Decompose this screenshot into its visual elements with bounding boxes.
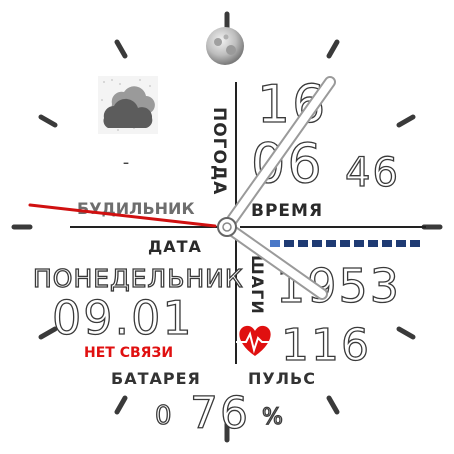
moon-icon xyxy=(206,27,244,65)
steps-progress-bar xyxy=(270,240,420,247)
watch-face: - ПОГОДА 16 06 46 ВРЕМЯ БУДИЛЬНИК ДАТА П… xyxy=(0,0,454,454)
time-seconds: 46 xyxy=(345,150,400,196)
battery-label: БАТАРЕЯ xyxy=(111,369,201,388)
battery-value: 76 xyxy=(190,388,250,439)
alarm-label: БУДИЛЬНИК xyxy=(77,199,195,218)
date-label: ДАТА xyxy=(148,237,202,256)
heart-label: ПУЛЬС xyxy=(248,369,316,388)
watch-face-svg: - ПОГОДА 16 06 46 ВРЕМЯ БУДИЛЬНИК ДАТА П… xyxy=(11,11,443,443)
time-label: ВРЕМЯ xyxy=(251,201,323,221)
weather-label: ПОГОДА xyxy=(209,107,229,195)
weather-temperature: - xyxy=(123,152,130,173)
date-weekday: ПОНЕДЕЛЬНИК xyxy=(33,264,244,293)
cloud-icon xyxy=(98,76,158,134)
steps-count: 1953 xyxy=(276,259,401,313)
center-pin xyxy=(217,217,237,237)
battery-icon-text: 0 xyxy=(155,401,172,431)
connection-status: НЕТ СВЯЗИ xyxy=(84,345,173,361)
heart-value: 116 xyxy=(281,320,371,371)
battery-unit: % xyxy=(262,405,283,430)
date-value: 09.01 xyxy=(52,291,194,345)
heart-icon xyxy=(236,325,274,356)
steps-label: ШАГИ xyxy=(248,255,267,315)
